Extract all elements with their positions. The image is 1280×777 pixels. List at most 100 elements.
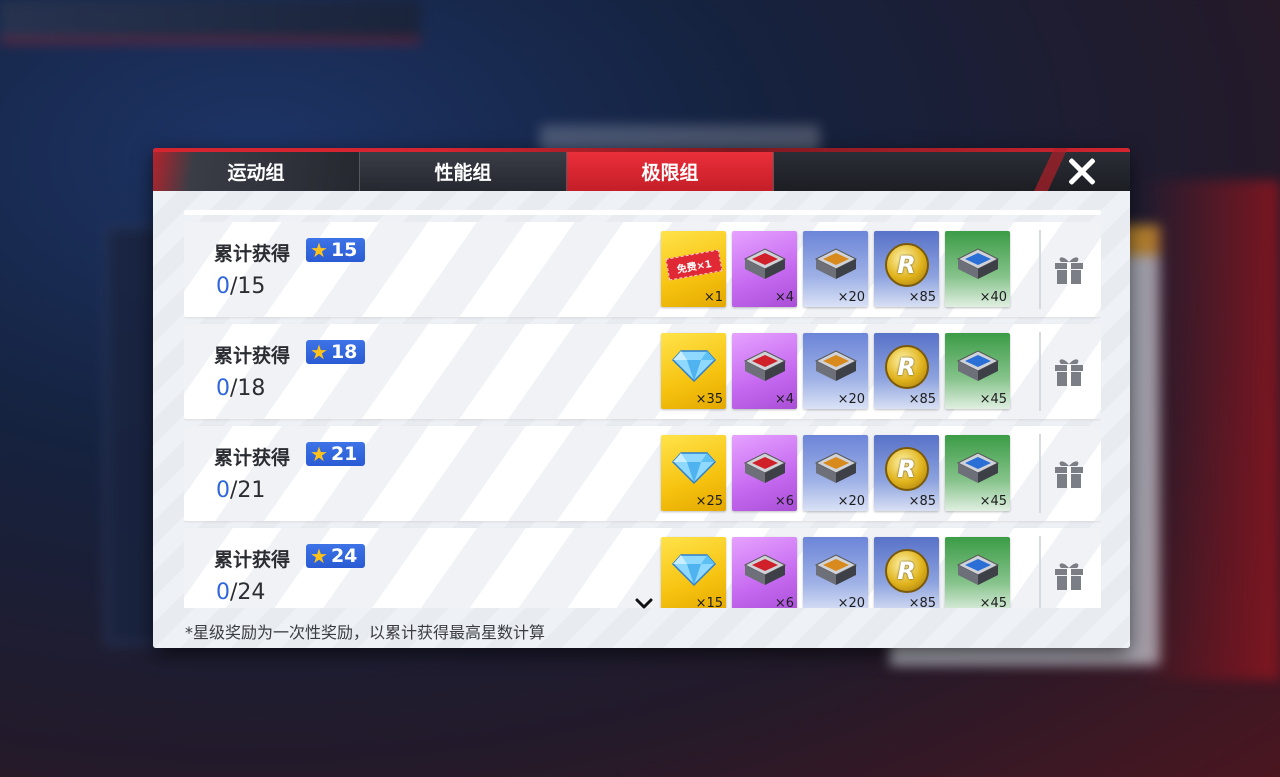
reward-quantity: ×20 (837, 392, 865, 407)
footnote: *星级奖励为一次性奖励，以累计获得最高星数计算 (185, 623, 546, 642)
tab-sport-group[interactable]: 运动组 (153, 152, 360, 191)
diamond-icon (671, 449, 717, 489)
blue-crate-icon (954, 551, 1002, 591)
reward-quantity: ×40 (979, 290, 1007, 305)
free-ticket-icon: 免费×1 (665, 249, 722, 281)
reward-item[interactable]: ×25 (661, 435, 726, 511)
gift-icon[interactable] (1052, 252, 1086, 286)
reward-quantity: ×6 (774, 494, 794, 509)
divider (1039, 332, 1041, 411)
tab-performance-group[interactable]: 性能组 (360, 152, 567, 191)
blue-crate-icon (954, 449, 1002, 489)
star-icon: ★ (310, 340, 328, 364)
reward-quantity: ×45 (979, 596, 1007, 608)
gift-icon[interactable] (1052, 558, 1086, 592)
star-reward-dialog: 运动组 性能组 极限组 累计获得 ★ 15 0/15 免费×1 ×1 ×4 ×20 R ×… (153, 148, 1130, 648)
red-crate-icon (741, 245, 789, 285)
reward-item[interactable]: R ×85 (874, 537, 939, 608)
reward-quantity: ×15 (695, 596, 723, 608)
reward-quantity: ×35 (695, 392, 723, 407)
chevron-down-icon[interactable] (635, 598, 653, 610)
reward-quantity: ×1 (703, 290, 723, 305)
row-label: 累计获得 (214, 345, 291, 367)
reward-items: 免费×1 ×1 ×4 ×20 R ×85 ×40 (661, 231, 1010, 307)
reward-item[interactable]: ×4 (732, 231, 797, 307)
reward-row: 累计获得 ★ 18 0/18 ×35 ×4 ×20 R ×85 ×45 (184, 324, 1101, 419)
orange-crate-icon (812, 245, 860, 285)
reward-item[interactable]: ×6 (732, 537, 797, 608)
reward-row: 累计获得 ★ 15 0/15 免费×1 ×1 ×4 ×20 R ×85 ×40 (184, 222, 1101, 317)
progress-total: /24 (230, 580, 266, 605)
star-badge: ★ 15 (306, 238, 366, 262)
reward-quantity: ×6 (774, 596, 794, 608)
reward-item[interactable]: ×15 (661, 537, 726, 608)
gift-icon[interactable] (1052, 354, 1086, 388)
reward-item[interactable]: ×40 (945, 231, 1010, 307)
star-count: 15 (330, 239, 358, 261)
star-count: 24 (330, 545, 358, 567)
progress-current: 0 (216, 478, 230, 503)
reward-quantity: ×20 (837, 596, 865, 608)
blue-crate-icon (954, 347, 1002, 387)
reward-item[interactable]: ×20 (803, 435, 868, 511)
reward-row: 累计获得 ★ 24 0/24 ×15 ×6 ×20 R ×85 ×45 (184, 528, 1101, 608)
reward-item[interactable]: ×35 (661, 333, 726, 409)
star-count: 21 (330, 443, 358, 465)
reward-item[interactable]: R ×85 (874, 435, 939, 511)
tab-extreme-group[interactable]: 极限组 (567, 152, 774, 191)
reward-item[interactable]: ×45 (945, 537, 1010, 608)
reward-items: ×25 ×6 ×20 R ×85 ×45 (661, 435, 1010, 511)
reward-item[interactable]: ×45 (945, 333, 1010, 409)
reward-quantity: ×85 (908, 392, 936, 407)
reward-quantity: ×45 (979, 494, 1007, 509)
red-crate-icon (741, 347, 789, 387)
gold-coin-icon: R (884, 243, 929, 287)
reward-item[interactable]: ×20 (803, 537, 868, 608)
reward-list[interactable]: 累计获得 ★ 15 0/15 免费×1 ×1 ×4 ×20 R ×85 ×40 累计获得 ★… (184, 222, 1101, 608)
close-button[interactable] (1062, 152, 1102, 190)
progress-text: 0/21 (216, 478, 265, 503)
progress-total: /21 (230, 478, 266, 503)
progress-text: 0/15 (216, 274, 265, 299)
divider (1039, 536, 1041, 608)
gold-coin-icon: R (884, 345, 929, 389)
star-icon: ★ (310, 442, 328, 466)
red-crate-icon (741, 551, 789, 591)
star-badge: ★ 21 (306, 442, 366, 466)
reward-item[interactable]: 免费×1 ×1 (661, 231, 726, 307)
reward-quantity: ×25 (695, 494, 723, 509)
reward-item[interactable]: ×20 (803, 333, 868, 409)
orange-crate-icon (812, 347, 860, 387)
reward-item[interactable]: ×45 (945, 435, 1010, 511)
progress-text: 0/18 (216, 376, 265, 401)
blue-crate-icon (954, 245, 1002, 285)
star-badge: ★ 24 (306, 544, 366, 568)
gift-icon[interactable] (1052, 456, 1086, 490)
reward-item[interactable]: ×20 (803, 231, 868, 307)
star-icon: ★ (310, 238, 328, 262)
gold-coin-icon: R (884, 549, 929, 593)
divider (1039, 230, 1041, 309)
reward-quantity: ×4 (774, 290, 794, 305)
diamond-icon (671, 551, 717, 591)
gold-coin-icon: R (884, 447, 929, 491)
reward-quantity: ×20 (837, 290, 865, 305)
reward-row: 累计获得 ★ 21 0/21 ×25 ×6 ×20 R ×85 ×45 (184, 426, 1101, 521)
progress-total: /18 (230, 376, 266, 401)
reward-quantity: ×20 (837, 494, 865, 509)
star-icon: ★ (310, 544, 328, 568)
reward-item[interactable]: R ×85 (874, 333, 939, 409)
progress-current: 0 (216, 376, 230, 401)
reward-item[interactable]: ×6 (732, 435, 797, 511)
progress-current: 0 (216, 274, 230, 299)
reward-quantity: ×4 (774, 392, 794, 407)
scroll-top-edge (184, 210, 1101, 215)
progress-text: 0/24 (216, 580, 265, 605)
progress-current: 0 (216, 580, 230, 605)
orange-crate-icon (812, 551, 860, 591)
diamond-icon (671, 347, 717, 387)
reward-item[interactable]: ×4 (732, 333, 797, 409)
reward-item[interactable]: R ×85 (874, 231, 939, 307)
tab-bar: 运动组 性能组 极限组 (153, 152, 774, 191)
orange-crate-icon (812, 449, 860, 489)
